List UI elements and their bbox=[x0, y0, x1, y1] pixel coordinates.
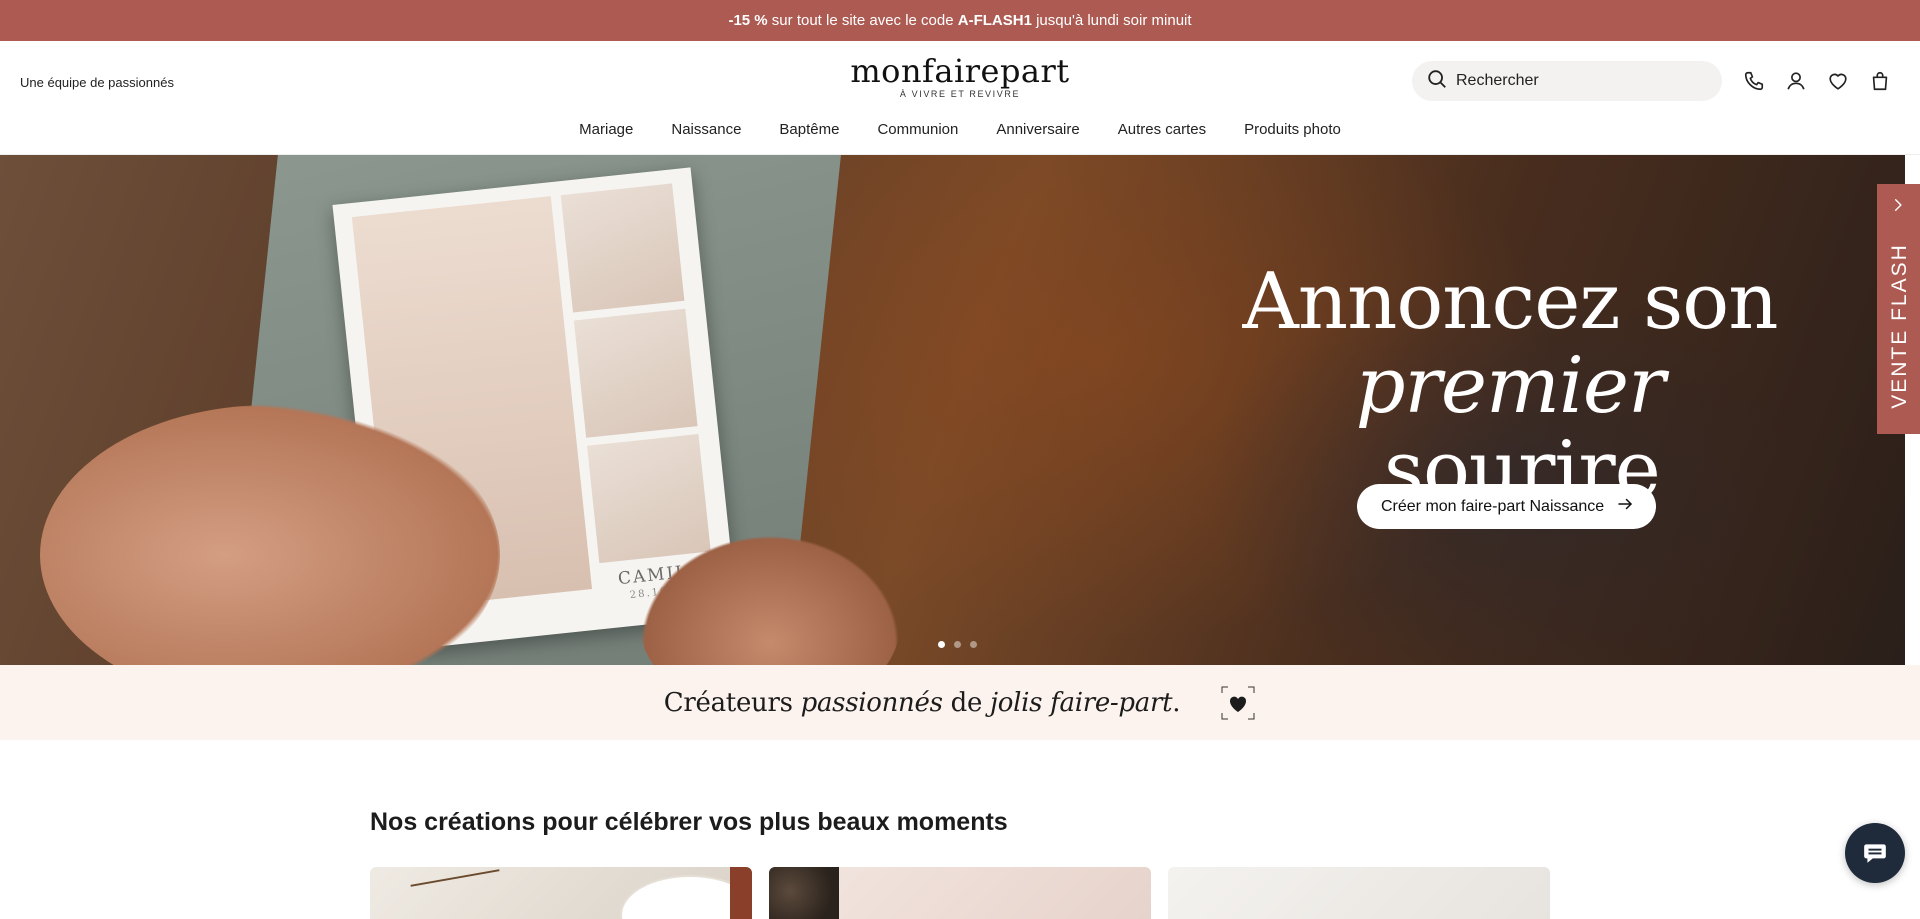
nav-item-produits-photo[interactable]: Produits photo bbox=[1244, 121, 1341, 138]
hero-photo-small-1 bbox=[560, 183, 685, 313]
heart-frame-icon bbox=[1220, 685, 1256, 721]
promo-discount: -15 % bbox=[728, 12, 768, 29]
search-input[interactable] bbox=[1456, 72, 1696, 90]
hero-title-emphasis: premier bbox=[1355, 341, 1666, 431]
nav-item-naissance[interactable]: Naissance bbox=[671, 121, 741, 138]
hero-photo-small-3 bbox=[587, 434, 711, 564]
category-tile-1[interactable] bbox=[370, 867, 752, 919]
carousel-dots bbox=[938, 641, 977, 648]
carousel-dot-1[interactable] bbox=[938, 641, 945, 648]
heart-icon[interactable] bbox=[1825, 68, 1851, 94]
chevron-right-icon bbox=[1894, 199, 1902, 211]
banner-text-part-1: Créateurs bbox=[663, 687, 801, 718]
bag-icon[interactable] bbox=[1867, 68, 1893, 94]
tile-1-decoration bbox=[410, 869, 500, 887]
nav-item-bapteme[interactable]: Baptême bbox=[779, 121, 839, 138]
main-nav: Mariage Naissance Baptême Communion Anni… bbox=[0, 121, 1920, 138]
hero-cta-label: Créer mon faire-part Naissance bbox=[1381, 497, 1605, 515]
hero-cta-button[interactable]: Créer mon faire-part Naissance bbox=[1357, 484, 1657, 529]
search-icon[interactable] bbox=[1426, 68, 1448, 95]
site-header: Une équipe de passionnés monfairepart À … bbox=[0, 41, 1920, 155]
phone-icon[interactable] bbox=[1741, 68, 1767, 94]
brand-banner: Créateurs passionnés de jolis faire-part… bbox=[0, 665, 1920, 740]
nav-item-autres-cartes[interactable]: Autres cartes bbox=[1118, 121, 1206, 138]
banner-text-part-2: de bbox=[942, 687, 991, 718]
carousel-dot-2[interactable] bbox=[954, 641, 961, 648]
tile-1-accent bbox=[730, 867, 752, 919]
hero-photo-small-2 bbox=[573, 308, 698, 438]
hero-title-line-1: Annoncez son bbox=[1242, 257, 1779, 347]
nav-item-mariage[interactable]: Mariage bbox=[579, 121, 633, 138]
carousel-dot-3[interactable] bbox=[970, 641, 977, 648]
chat-button[interactable] bbox=[1845, 823, 1905, 883]
tile-2-image bbox=[769, 867, 839, 919]
category-tile-3[interactable] bbox=[1168, 867, 1550, 919]
search-bar[interactable] bbox=[1412, 61, 1722, 101]
promo-code: A-FLASH1 bbox=[957, 12, 1032, 29]
nav-item-anniversaire[interactable]: Anniversaire bbox=[996, 121, 1079, 138]
banner-text-emph-1: passionnés bbox=[800, 687, 943, 718]
hero-banner[interactable]: CAMILLE 28.10.2024 Annoncez son premier … bbox=[0, 155, 1905, 665]
vente-flash-tab[interactable]: VENTE FLASH bbox=[1877, 184, 1920, 434]
chat-icon bbox=[1864, 844, 1886, 863]
banner-text: Créateurs passionnés de jolis faire-part… bbox=[663, 687, 1181, 718]
category-tile-2[interactable] bbox=[769, 867, 1151, 919]
banner-text-emph-2: jolis faire-part bbox=[990, 687, 1173, 718]
account-icon[interactable] bbox=[1783, 68, 1809, 94]
section-title: Nos créations pour célébrer vos plus bea… bbox=[370, 808, 1008, 836]
promo-text-1: sur tout le site avec le code bbox=[767, 12, 958, 29]
nav-item-communion[interactable]: Communion bbox=[877, 121, 958, 138]
hero-title: Annoncez son premier sourire bbox=[1230, 260, 1790, 512]
promo-bar: -15 % sur tout le site avec le code A-FL… bbox=[0, 0, 1920, 41]
banner-text-part-3: . bbox=[1172, 687, 1181, 718]
promo-text-2: jusqu'à lundi soir minuit bbox=[1031, 12, 1192, 29]
arrow-right-icon bbox=[1616, 495, 1634, 518]
vente-flash-label: VENTE FLASH bbox=[1888, 243, 1911, 409]
